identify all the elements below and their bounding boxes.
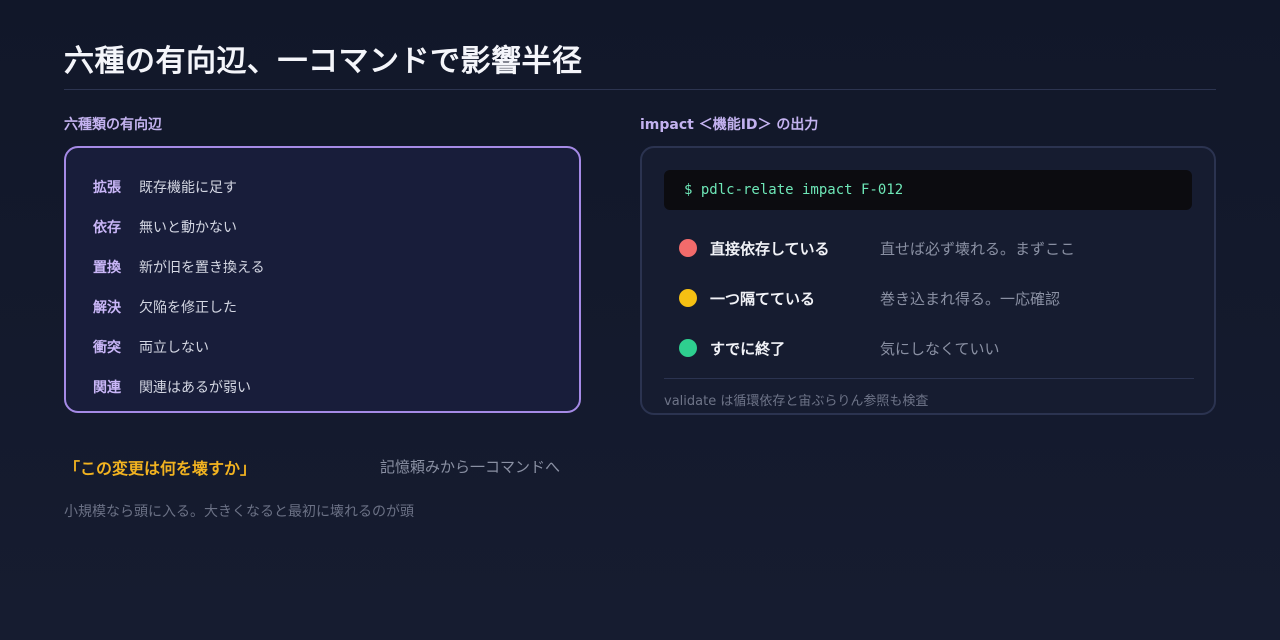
page-title: 六種の有向辺、一コマンドで影響半径: [64, 44, 583, 79]
relations-label: 六種類の有向辺: [64, 117, 162, 133]
relation-type: 依存: [93, 220, 121, 236]
relation-desc: 無いと動かない: [139, 220, 237, 236]
key-question: 「この変更は何を壊すか」: [64, 459, 257, 478]
relations-card: 拡張 既存機能に足す 依存 無いと動かない 置換 新が旧を置き換える 解決 欠陥…: [64, 146, 581, 413]
impact-label: すでに終了: [710, 339, 786, 358]
impact-note: 気にしなくていい: [880, 339, 1000, 358]
relation-desc: 関連はあるが弱い: [139, 380, 251, 396]
relation-desc: 両立しない: [139, 340, 209, 356]
status-dot-yellow: [679, 289, 697, 307]
relation-row-resolve: 解決 欠陥を修正した: [93, 296, 237, 318]
impact-note: 巻き込まれ得る。一応確認: [880, 289, 1061, 308]
relation-desc: 欠陥を修正した: [139, 300, 237, 316]
status-dot-red: [679, 239, 697, 257]
impact-label: 直接依存している: [710, 239, 830, 258]
relation-desc: 新が旧を置き換える: [139, 260, 265, 276]
relation-row-related: 関連 関連はあるが弱い: [93, 376, 251, 398]
impact-output-card: $ pdlc-relate impact F-012 直接依存している 直せば必…: [640, 146, 1216, 415]
impact-row-indirect: 一つ隔てている 巻き込まれ得る。一応確認: [679, 286, 1060, 310]
relation-row-replace: 置換 新が旧を置き換える: [93, 256, 265, 278]
relation-type: 関連: [93, 380, 121, 396]
relation-row-extend: 拡張 既存機能に足す: [93, 176, 237, 198]
impact-label: 一つ隔てている: [710, 289, 816, 308]
relation-type: 拡張: [93, 180, 121, 196]
title-divider: [64, 89, 1216, 90]
impact-note: 直せば必ず壊れる。まずここ: [880, 239, 1076, 258]
relation-type: 衝突: [93, 340, 121, 356]
terminal-command: $ pdlc-relate impact F-012: [684, 182, 904, 198]
relation-desc: 既存機能に足す: [139, 180, 237, 196]
output-divider: [664, 378, 1194, 379]
sub-note: 小規模なら頭に入る。大きくなると最初に壊れるのが頭: [64, 504, 414, 520]
impact-row-done: すでに終了 気にしなくていい: [679, 336, 1000, 360]
relation-row-conflict: 衝突 両立しない: [93, 336, 209, 358]
key-question-aside: 記憶頼みから一コマンドへ: [380, 458, 561, 476]
output-label: impact ＜機能ID＞ の出力: [640, 117, 819, 133]
terminal-block: $ pdlc-relate impact F-012: [664, 170, 1192, 210]
relation-row-depend: 依存 無いと動かない: [93, 216, 237, 238]
impact-row-direct: 直接依存している 直せば必ず壊れる。まずここ: [679, 236, 1075, 260]
validate-footnote: validate は循環依存と宙ぶらりん参照も検査: [664, 394, 929, 409]
relation-type: 解決: [93, 300, 121, 316]
status-dot-green: [679, 339, 697, 357]
relation-type: 置換: [93, 260, 121, 276]
